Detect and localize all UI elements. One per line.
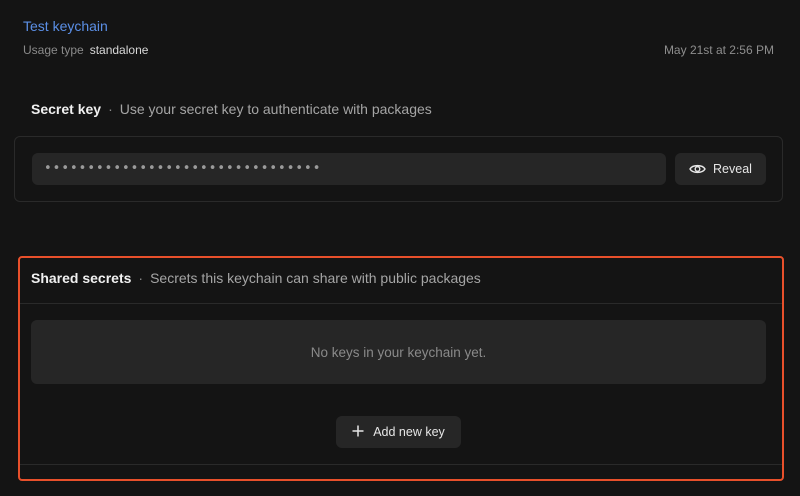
shared-secrets-section: Shared secrets · Secrets this keychain can… (18, 256, 784, 481)
reveal-button-label: Reveal (713, 162, 752, 176)
plus-icon (352, 422, 364, 440)
shared-secrets-heading: Shared secrets (31, 270, 132, 286)
keychain-page: Test keychain Usage type standalone May 2… (0, 0, 800, 496)
empty-keys-message: No keys in your keychain yet. (31, 320, 766, 384)
secret-key-description: Use your secret key to authenticate with… (119, 101, 432, 117)
shared-secrets-body: No keys in your keychain yet. Add new ke… (20, 303, 782, 465)
shared-secrets-description: Secrets this keychain can share with pub… (150, 270, 481, 286)
shared-secrets-header: Shared secrets · Secrets this keychain can… (31, 270, 481, 286)
secret-key-header: Secret key · Use your secret key to authen… (31, 101, 432, 117)
secret-key-field[interactable]: •••••••••••••••••••••••••••••••• (32, 153, 666, 185)
shared-secrets-separator: · (138, 270, 144, 286)
secret-key-separator: · (108, 101, 113, 117)
empty-keys-text: No keys in your keychain yet. (310, 344, 487, 360)
add-new-key-label: Add new key (373, 425, 445, 439)
created-date: May 21st at 2:56 PM (663, 43, 774, 57)
eye-icon (689, 163, 706, 175)
usage-type-label: Usage type (23, 43, 84, 57)
secret-key-heading: Secret key (31, 101, 102, 117)
usage-type-value: standalone (89, 43, 149, 57)
secret-key-card: •••••••••••••••••••••••••••••••• Reveal (14, 136, 783, 202)
add-new-key-button[interactable]: Add new key (336, 416, 461, 448)
keychain-title-link[interactable]: Test keychain (23, 18, 108, 34)
usage-type: Usage type standalone (23, 43, 148, 57)
reveal-button[interactable]: Reveal (675, 153, 766, 185)
